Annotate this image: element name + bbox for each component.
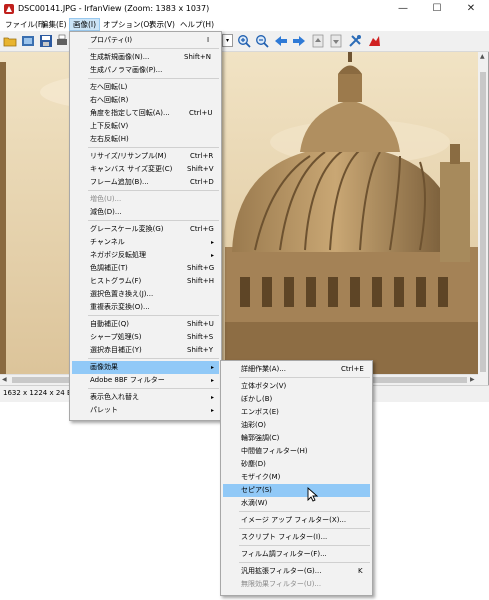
menu-bar: ファイル(F) 編集(E) 画像(I) オプション(O) 表示(V) ヘルプ(H… xyxy=(0,18,489,31)
menu-item-sepia[interactable]: セピア(S) xyxy=(223,484,370,497)
menu-item-new-image[interactable]: 生成新規画像(N)... Shift+N xyxy=(72,51,219,64)
menu-item-image-up-filter[interactable]: イメージ アップ フィルター(X)... xyxy=(223,514,370,527)
menu-item-decrease-colors[interactable]: 減色(D)... xyxy=(72,206,219,219)
menu-separator xyxy=(88,78,219,79)
vertical-scrollbar[interactable]: ▲ xyxy=(478,52,488,374)
close-button[interactable]: ✕ xyxy=(454,0,488,18)
menu-image[interactable]: 画像(I) xyxy=(69,18,101,31)
menu-item-canvas-size[interactable]: キャンバス サイズ変更(C) Shift+V xyxy=(72,163,219,176)
menu-item-rotate-left[interactable]: 左へ回転(L) xyxy=(72,81,219,94)
menu-item-resize[interactable]: リサイズ/リサンプル(M) Ctrl+R xyxy=(72,150,219,163)
menu-item-replace-color[interactable]: 選択色置き換え(J)... xyxy=(72,288,219,301)
menu-separator xyxy=(239,545,370,546)
menu-separator xyxy=(88,220,219,221)
print-icon[interactable] xyxy=(55,34,69,48)
minimize-button[interactable]: — xyxy=(386,0,420,18)
menu-item-histogram[interactable]: ヒストグラム(F) Shift+H xyxy=(72,275,219,288)
menu-edit[interactable]: 編集(E) xyxy=(38,18,70,31)
save-icon[interactable] xyxy=(39,34,53,48)
menu-item-flip-vertical[interactable]: 上下反転(V) xyxy=(72,120,219,133)
submenu-arrow-icon: ▸ xyxy=(211,364,215,371)
menu-item-image-effects[interactable]: 画像効果 ▸ xyxy=(72,361,219,374)
menu-item-rotate-angle[interactable]: 角度を指定して回転(A)... Ctrl+U xyxy=(72,107,219,120)
menu-item-overlay-convert[interactable]: 重複表示変換(O)... xyxy=(72,301,219,314)
menu-item-grayscale[interactable]: グレースケール変換(G) Ctrl+G xyxy=(72,223,219,236)
menu-item-auto-adjust[interactable]: 自動補正(Q) Shift+U xyxy=(72,318,219,331)
slideshow-icon[interactable] xyxy=(21,34,35,48)
menu-item-blur[interactable]: ぼかし(B) xyxy=(223,393,370,406)
settings-icon[interactable] xyxy=(348,34,362,48)
menu-item-properties[interactable]: プロパティ(I) I xyxy=(72,34,219,47)
menu-item-color-correction[interactable]: 色調補正(T) Shift+G xyxy=(72,262,219,275)
menu-item-red-eye[interactable]: 選択赤目補正(Y) Shift+Y xyxy=(72,344,219,357)
menu-item-effects-browser[interactable]: 詳細作業(A)... Ctrl+E xyxy=(223,363,370,376)
menu-item-noise[interactable]: 砂塵(D) xyxy=(223,458,370,471)
irfanview-app-icon xyxy=(4,4,14,14)
image-menu-dropdown: プロパティ(I) I 生成新規画像(N)... Shift+N 生成パノラマ画像(P… xyxy=(69,31,222,421)
window-title: DSC00141.JPG - IrfanView (Zoom: 1383 x 1… xyxy=(18,4,210,13)
scroll-left-icon[interactable]: ◀ xyxy=(2,376,7,383)
menu-item-palette[interactable]: パレット ▸ xyxy=(72,404,219,417)
first-page-icon[interactable] xyxy=(311,34,325,48)
menu-separator xyxy=(239,377,370,378)
scroll-up-icon[interactable]: ▲ xyxy=(480,54,486,60)
back-arrow-icon[interactable] xyxy=(274,34,288,48)
menu-item-general-filter[interactable]: 汎用拡張フィルター(G)... K xyxy=(223,565,370,578)
menu-item-script-filter[interactable]: スクリプト フィルター(I)... xyxy=(223,531,370,544)
zoom-dropdown-chevron-icon[interactable]: ▾ xyxy=(222,34,233,47)
menu-separator xyxy=(239,511,370,512)
menu-separator xyxy=(239,528,370,529)
menu-separator xyxy=(88,315,219,316)
menu-item-increase-colors: 増色(U)... xyxy=(90,195,122,203)
vertical-scroll-thumb[interactable] xyxy=(480,72,486,372)
submenu-arrow-icon: ▸ xyxy=(211,252,215,259)
menu-separator xyxy=(88,358,219,359)
menu-item-swap-colors[interactable]: 表示色入れ替え ▸ xyxy=(72,391,219,404)
submenu-arrow-icon: ▸ xyxy=(211,377,215,384)
scroll-right-icon[interactable]: ▶ xyxy=(470,376,475,383)
open-folder-icon[interactable] xyxy=(3,34,17,48)
irfanview-logo-icon[interactable] xyxy=(367,34,381,48)
submenu-arrow-icon: ▸ xyxy=(211,239,215,246)
menu-item-channels[interactable]: チャンネル ▸ xyxy=(72,236,219,249)
zoom-in-icon[interactable] xyxy=(237,34,251,48)
zoom-out-icon[interactable] xyxy=(255,34,269,48)
menu-item-3d-button[interactable]: 立体ボタン(V) xyxy=(223,380,370,393)
menu-separator xyxy=(88,190,219,191)
menu-view[interactable]: 表示(V) xyxy=(146,18,178,31)
submenu-arrow-icon: ▸ xyxy=(211,394,215,401)
menu-item-adobe-8bf[interactable]: Adobe 8BF フィルター ▸ xyxy=(72,374,219,387)
menu-item-mosaic[interactable]: モザイク(M) xyxy=(223,471,370,484)
menu-separator xyxy=(88,48,219,49)
title-bar[interactable]: DSC00141.JPG - IrfanView (Zoom: 1383 x 1… xyxy=(0,0,489,18)
menu-separator xyxy=(88,147,219,148)
menu-item-flip-horizontal[interactable]: 左右反転(H) xyxy=(72,133,219,146)
menu-item-infinite-filter: 無限効果フィルター(U)... xyxy=(241,580,322,588)
menu-item-oil-paint[interactable]: 油彩(O) xyxy=(223,419,370,432)
maximize-button[interactable]: ☐ xyxy=(420,0,454,18)
menu-item-film-filter[interactable]: フィルム調フィルター(F)... xyxy=(223,548,370,561)
menu-separator xyxy=(88,388,219,389)
menu-item-edge-detect[interactable]: 輪郭強調(C) xyxy=(223,432,370,445)
image-effects-submenu: 詳細作業(A)... Ctrl+E 立体ボタン(V) ぼかし(B) エンボス(E)… xyxy=(220,360,373,596)
forward-arrow-icon[interactable] xyxy=(292,34,306,48)
menu-item-negative[interactable]: ネガポジ反転処理 ▸ xyxy=(72,249,219,262)
menu-item-panorama[interactable]: 生成パノラマ画像(P)... xyxy=(72,64,219,77)
menu-separator xyxy=(239,562,370,563)
menu-item-sharpen[interactable]: シャープ処理(S) Shift+S xyxy=(72,331,219,344)
menu-item-rotate-right[interactable]: 右へ回転(R) xyxy=(72,94,219,107)
last-page-icon[interactable] xyxy=(329,34,343,48)
mouse-cursor-icon xyxy=(307,487,318,502)
menu-help[interactable]: ヘルプ(H) xyxy=(177,18,217,31)
submenu-arrow-icon: ▸ xyxy=(211,407,215,414)
menu-item-water-drop[interactable]: 水滴(W) xyxy=(223,497,370,510)
menu-item-emboss[interactable]: エンボス(E) xyxy=(223,406,370,419)
menu-item-add-frame[interactable]: フレーム追加(B)... Ctrl+D xyxy=(72,176,219,189)
menu-item-median-filter[interactable]: 中間値フィルター(H) xyxy=(223,445,370,458)
